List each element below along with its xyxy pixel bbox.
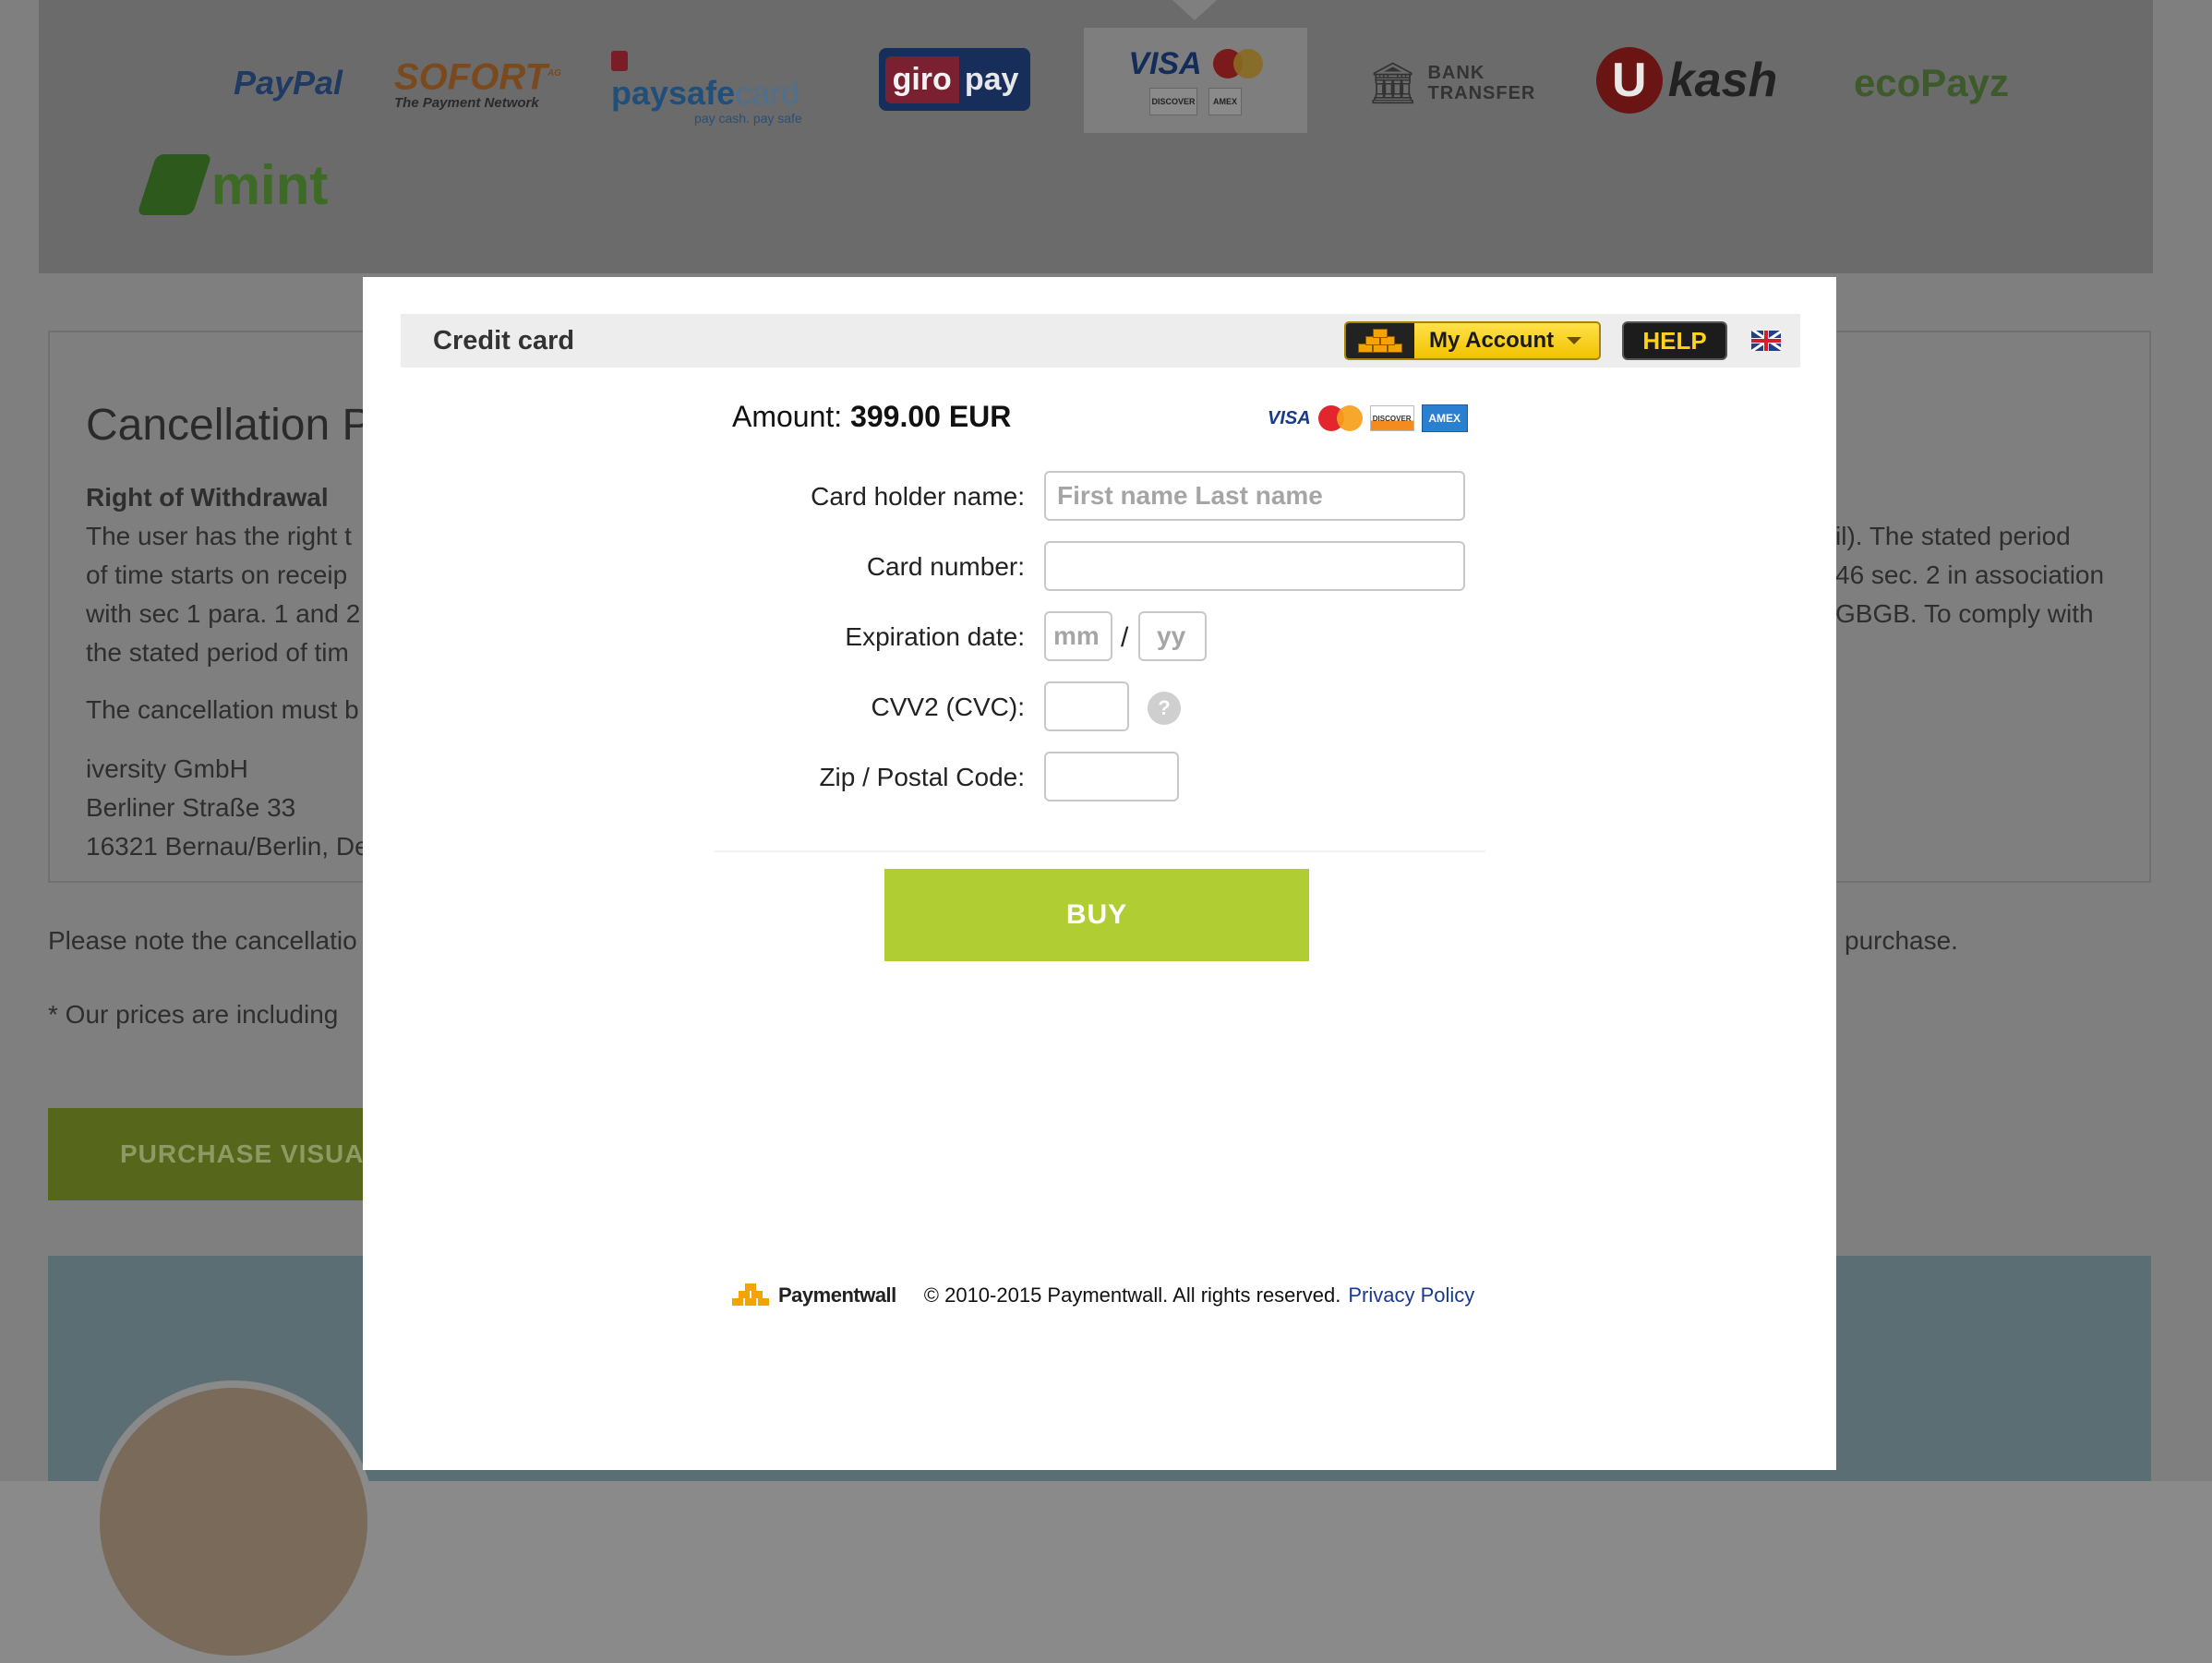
payment-method-mint[interactable]: mint <box>131 148 343 222</box>
policy-heading: Cancellation Pol <box>86 401 406 450</box>
paymentwall-brand: Paymentwall <box>778 1283 896 1307</box>
amex-logo: AMEX <box>1208 87 1242 115</box>
my-account-button[interactable]: My Account <box>1344 321 1601 360</box>
card-number-input[interactable] <box>1044 541 1465 591</box>
selected-indicator-arrow <box>1172 0 1217 20</box>
policy-line: of time starts on receip <box>86 560 348 589</box>
expiry-month-input[interactable] <box>1044 611 1112 661</box>
payment-method-paypal[interactable]: PayPal <box>177 51 399 115</box>
card-number-label: Card number: <box>866 552 1025 581</box>
policy-line-right: il). The stated period <box>1835 522 2071 550</box>
payment-method-giropay[interactable]: giro pay <box>879 48 1030 111</box>
expiration-date-label: Expiration date: <box>845 622 1025 651</box>
policy-line: The user has the right t <box>86 522 352 550</box>
payment-method-bank-transfer[interactable]: 🏛 BANK TRANSFER <box>1366 51 1536 115</box>
accepted-cards: VISA DISCOVER AMEX <box>1268 404 1468 432</box>
modal-footer: Paymentwall © 2010-2015 Paymentwall. All… <box>732 1277 1474 1314</box>
policy-line-right: 46 sec. 2 in association <box>1835 560 2105 589</box>
discover-logo: DISCOVER <box>1369 405 1414 431</box>
privacy-policy-link[interactable]: Privacy Policy <box>1348 1283 1474 1308</box>
policy-address-line: 16321 Bernau/Berlin, De <box>86 832 369 861</box>
bank-transfer-label: BANK TRANSFER <box>1427 63 1536 103</box>
visa-logo: VISA <box>1128 45 1202 81</box>
ukash-u-icon: U <box>1595 47 1663 114</box>
payment-method-ukash[interactable]: U kash <box>1590 39 1784 122</box>
copyright-text: © 2010-2015 Paymentwall. All rights rese… <box>923 1283 1341 1307</box>
policy-address-line: iversity GmbH <box>86 754 248 783</box>
avatar <box>92 1380 375 1663</box>
lock-icon <box>611 51 628 71</box>
policy-line: the stated period of tim <box>86 638 349 667</box>
amount-display: Amount: 399.00 EUR <box>732 400 1011 434</box>
mastercard-logo-icon <box>1212 49 1263 78</box>
sofort-tagline: The Payment Network <box>394 95 539 112</box>
policy-line-right: GBGB. To comply with <box>1835 599 2094 628</box>
modal-header: Credit card My Account HELP <box>401 314 1800 368</box>
chevron-down-icon <box>1567 337 1582 344</box>
payment-method-ecopayz[interactable]: ecoPayz <box>1844 51 2019 115</box>
policy-address-line: Berliner Straße 33 <box>86 793 296 822</box>
cvv-label: CVV2 (CVC): <box>871 693 1025 721</box>
modal-title: Credit card <box>433 326 575 355</box>
uk-flag-icon[interactable] <box>1751 331 1781 351</box>
mastercard-logo-icon <box>1317 405 1363 431</box>
zip-code-label: Zip / Postal Code: <box>819 763 1025 791</box>
expiry-separator: / <box>1121 622 1129 653</box>
payment-methods-bar: PayPal SOFORTAG The Payment Network pays… <box>39 0 2153 273</box>
visa-logo: VISA <box>1268 407 1311 428</box>
payment-method-sofort[interactable]: SOFORTAG The Payment Network <box>394 51 570 115</box>
my-account-label: My Account <box>1429 328 1555 353</box>
cvv-input[interactable] <box>1044 681 1129 731</box>
giropay-logo-pay: pay <box>964 61 1019 97</box>
card-holder-label: Card holder name: <box>811 482 1025 511</box>
cancellation-note: Please note the cancellatio <box>48 926 357 955</box>
paysafecard-tagline: pay cash. pay safe <box>694 111 802 126</box>
payment-method-paysafecard[interactable]: paysafecard pay cash. pay safe <box>611 51 814 126</box>
policy-cancellation-text: The cancellation must b <box>86 695 359 724</box>
ecopayz-logo-text: ecoPayz <box>1853 61 2010 104</box>
amount-label: Amount: <box>732 400 843 433</box>
amex-logo: AMEX <box>1421 404 1468 432</box>
sofort-logo-text: SOFORTAG <box>394 56 561 98</box>
discover-logo: DISCOVER <box>1149 87 1197 115</box>
ukash-logo-text: kash <box>1667 54 1778 107</box>
policy-line: with sec 1 para. 1 and 2 <box>86 599 361 628</box>
card-holder-input[interactable] <box>1044 471 1465 521</box>
form-divider <box>714 850 1485 852</box>
amount-value: 399.00 EUR <box>850 400 1012 433</box>
expiry-year-input[interactable] <box>1138 611 1207 661</box>
help-button[interactable]: HELP <box>1622 321 1727 360</box>
paypal-logo-text: PayPal <box>233 64 343 102</box>
credit-card-payment-modal: Credit card My Account HELP Amount: 399.… <box>363 277 1836 1470</box>
buy-button[interactable]: BUY <box>884 869 1309 961</box>
cancellation-note-right: purchase. <box>1845 926 1958 955</box>
cvv-help-icon[interactable]: ? <box>1148 692 1181 725</box>
payment-method-credit-card[interactable]: VISA DISCOVER AMEX <box>1084 28 1307 133</box>
paymentwall-logo: Paymentwall <box>732 1283 896 1308</box>
paysafecard-logo-text: paysafecard <box>611 41 814 111</box>
bank-icon: 🏛 <box>1366 61 1419 106</box>
mint-leaf-icon <box>136 154 212 215</box>
gold-bars-icon <box>1346 323 1414 358</box>
prices-note: * Our prices are including <box>48 1000 339 1029</box>
zip-code-input[interactable] <box>1044 752 1179 801</box>
gold-bars-icon <box>732 1283 771 1308</box>
giropay-logo-giro: giro <box>884 55 959 103</box>
policy-subheading: Right of Withdrawal <box>86 483 329 512</box>
mint-logo-text: mint <box>210 153 329 216</box>
